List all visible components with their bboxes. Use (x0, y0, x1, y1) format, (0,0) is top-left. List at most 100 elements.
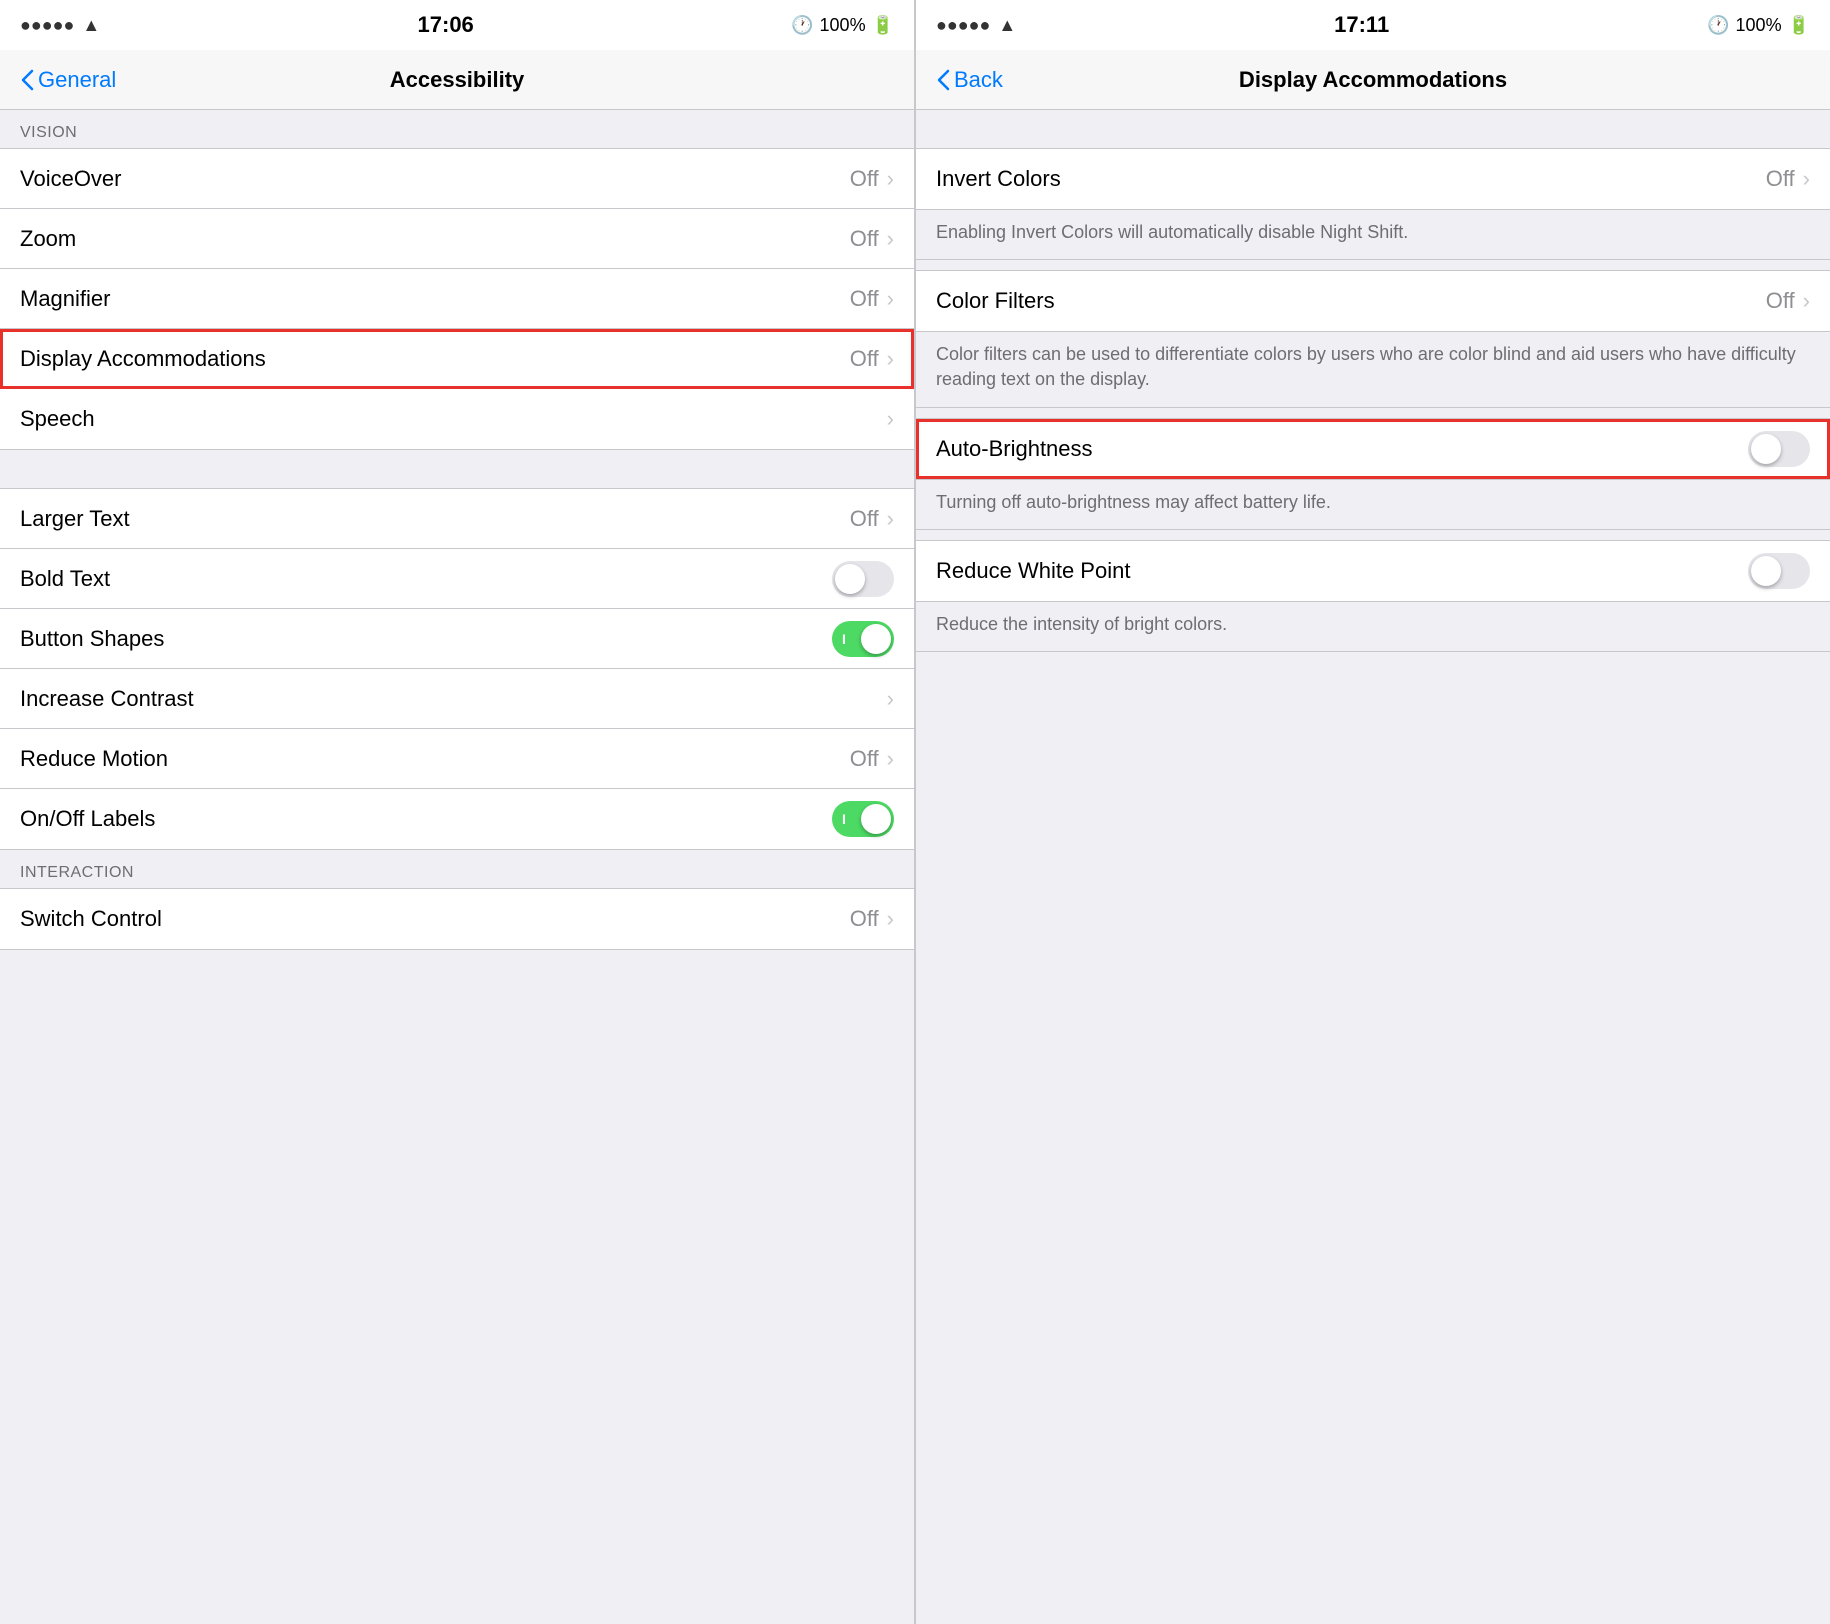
speech-row[interactable]: Speech › (0, 389, 914, 449)
wifi-icon-left: ▲ (82, 15, 100, 36)
battery-pct-left: 100% (820, 15, 866, 36)
switch-control-chevron: › (887, 906, 894, 932)
right-panel: ●●●●● ▲ 17:11 🕐 100% 🔋 Back Display Acco… (916, 0, 1830, 1624)
page-title-right: Display Accommodations (1239, 67, 1507, 93)
carrier-text-left: ●●●●● (20, 15, 74, 36)
voiceover-chevron: › (887, 166, 894, 192)
display-accommodations-row[interactable]: Display Accommodations Off › (0, 329, 914, 389)
zoom-label: Zoom (20, 226, 850, 252)
auto-brightness-description: Turning off auto-brightness may affect b… (916, 480, 1830, 530)
magnifier-row[interactable]: Magnifier Off › (0, 269, 914, 329)
button-shapes-toggle-label: I (842, 631, 846, 647)
invert-colors-label: Invert Colors (936, 166, 1766, 192)
color-filters-description: Color filters can be used to differentia… (916, 332, 1830, 407)
onoff-labels-toggle[interactable]: I (832, 801, 894, 837)
button-shapes-knob (861, 624, 891, 654)
left-panel: ●●●●● ▲ 17:06 🕐 100% 🔋 General Accessibi… (0, 0, 914, 1624)
button-shapes-toggle[interactable]: I (832, 621, 894, 657)
auto-brightness-block: Auto-Brightness (916, 418, 1830, 480)
back-label-left: General (38, 67, 116, 93)
reduce-white-point-block: Reduce White Point (916, 540, 1830, 602)
zoom-row[interactable]: Zoom Off › (0, 209, 914, 269)
reduce-white-point-description: Reduce the intensity of bright colors. (916, 602, 1830, 652)
voiceover-row[interactable]: VoiceOver Off › (0, 149, 914, 209)
switch-control-row[interactable]: Switch Control Off › (0, 889, 914, 949)
color-filters-chevron: › (1803, 288, 1810, 314)
reduce-white-point-row[interactable]: Reduce White Point (916, 541, 1830, 601)
increase-contrast-row[interactable]: Increase Contrast › (0, 669, 914, 729)
color-filters-label: Color Filters (936, 288, 1766, 314)
general-list: Larger Text Off › Bold Text Button Shape… (0, 488, 914, 850)
spacer-1 (916, 260, 1830, 270)
display-accommodations-label: Display Accommodations (20, 346, 850, 372)
alarm-icon-right: 🕐 (1707, 15, 1729, 36)
magnifier-chevron: › (887, 286, 894, 312)
wifi-icon-right: ▲ (998, 15, 1016, 36)
bold-text-label: Bold Text (20, 566, 832, 592)
alarm-icon-left: 🕐 (791, 15, 813, 36)
button-shapes-row[interactable]: Button Shapes I (0, 609, 914, 669)
onoff-labels-toggle-label: I (842, 811, 846, 827)
reduce-white-point-knob (1751, 556, 1781, 586)
auto-brightness-row[interactable]: Auto-Brightness (916, 419, 1830, 479)
larger-text-chevron: › (887, 506, 894, 532)
switch-control-label: Switch Control (20, 906, 850, 932)
onoff-labels-label: On/Off Labels (20, 806, 832, 832)
auto-brightness-toggle[interactable] (1748, 431, 1810, 467)
status-carrier-left: ●●●●● ▲ (20, 15, 100, 36)
reduce-motion-value: Off (850, 746, 879, 772)
invert-colors-row[interactable]: Invert Colors Off › (916, 149, 1830, 209)
spacer-2 (916, 408, 1830, 418)
status-carrier-right: ●●●●● ▲ (936, 15, 1016, 36)
color-filters-row[interactable]: Color Filters Off › (916, 271, 1830, 331)
zoom-chevron: › (887, 226, 894, 252)
status-bar-left: ●●●●● ▲ 17:06 🕐 100% 🔋 (0, 0, 914, 50)
switch-control-value: Off (850, 906, 879, 932)
bold-text-toggle[interactable] (832, 561, 894, 597)
reduce-white-point-label: Reduce White Point (936, 558, 1748, 584)
voiceover-label: VoiceOver (20, 166, 850, 192)
display-accommodations-value: Off (850, 346, 879, 372)
back-label-right: Back (954, 67, 1003, 93)
reduce-white-point-toggle[interactable] (1748, 553, 1810, 589)
battery-icon-left: 🔋 (872, 15, 894, 36)
vision-list: VoiceOver Off › Zoom Off › Magnifier Off… (0, 148, 914, 450)
zoom-value: Off (850, 226, 879, 252)
nav-bar-right: Back Display Accommodations (916, 50, 1830, 110)
magnifier-value: Off (850, 286, 879, 312)
section-general-spacer (0, 450, 914, 488)
magnifier-label: Magnifier (20, 286, 850, 312)
back-button-right[interactable]: Back (936, 67, 1003, 93)
larger-text-label: Larger Text (20, 506, 850, 532)
invert-colors-chevron: › (1803, 166, 1810, 192)
status-time-right: 17:11 (1334, 12, 1389, 38)
carrier-text-right: ●●●●● (936, 15, 990, 36)
bold-text-knob (835, 564, 865, 594)
invert-colors-description: Enabling Invert Colors will automaticall… (916, 210, 1830, 260)
status-right-left: 🕐 100% 🔋 (791, 15, 894, 36)
onoff-labels-knob (861, 804, 891, 834)
voiceover-value: Off (850, 166, 879, 192)
larger-text-row[interactable]: Larger Text Off › (0, 489, 914, 549)
status-bar-right: ●●●●● ▲ 17:11 🕐 100% 🔋 (916, 0, 1830, 50)
reduce-motion-row[interactable]: Reduce Motion Off › (0, 729, 914, 789)
onoff-labels-row[interactable]: On/Off Labels I (0, 789, 914, 849)
back-button-left[interactable]: General (20, 67, 116, 93)
status-right-right: 🕐 100% 🔋 (1707, 15, 1810, 36)
button-shapes-label: Button Shapes (20, 626, 832, 652)
increase-contrast-chevron: › (887, 686, 894, 712)
battery-icon-right: 🔋 (1788, 15, 1810, 36)
auto-brightness-label: Auto-Brightness (936, 436, 1748, 462)
battery-pct-right: 100% (1736, 15, 1782, 36)
reduce-motion-label: Reduce Motion (20, 746, 850, 772)
color-filters-block: Color Filters Off › (916, 270, 1830, 332)
bold-text-row[interactable]: Bold Text (0, 549, 914, 609)
right-top-spacer (916, 110, 1830, 148)
status-time-left: 17:06 (418, 12, 474, 38)
invert-colors-value: Off (1766, 166, 1795, 192)
nav-bar-left: General Accessibility (0, 50, 914, 110)
increase-contrast-label: Increase Contrast (20, 686, 887, 712)
larger-text-value: Off (850, 506, 879, 532)
speech-label: Speech (20, 406, 879, 432)
speech-chevron: › (887, 406, 894, 432)
